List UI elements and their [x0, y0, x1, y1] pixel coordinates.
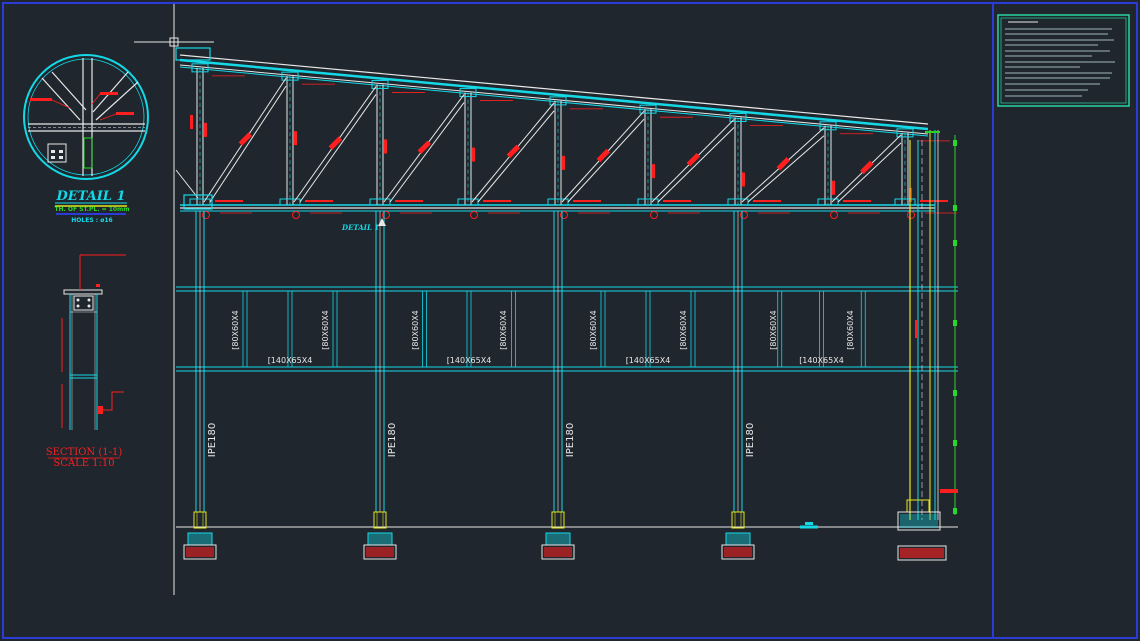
truss-diagonal: [567, 118, 645, 203]
node-marker: [292, 211, 300, 219]
stud-label: [80X60X4: [231, 310, 240, 350]
detail-plate-thickness: TH. OF ST.PL. = 10mm: [54, 206, 129, 213]
notes-box: [997, 14, 1130, 107]
chord-weld-mark: [483, 200, 511, 202]
chord-weld-mark: [843, 200, 871, 202]
chord-weld-mark: [573, 200, 601, 202]
weld-mark: [384, 139, 387, 154]
wall-panels: [80X60X4 [80X60X4[140X65X4[80X60X4 [80X60X…: [231, 291, 866, 367]
weld-mark: [294, 131, 297, 146]
anchor-plate: [373, 511, 387, 529]
weld-mark: [190, 115, 193, 129]
cad-drawing: DETAIL 1 TH. OF ST.PL. = 10mm HOLES : ø1…: [2, 2, 1138, 639]
girt-label: [140X65X4: [626, 356, 671, 365]
chord-weld-mark: [753, 200, 781, 202]
truss-diagonal: [209, 85, 287, 203]
cursor-crosshair: [134, 4, 214, 595]
stud-label: [80X60X4: [321, 310, 330, 350]
node-marker: [470, 211, 478, 219]
chord-weld-mark: [663, 200, 691, 202]
diagonal-weld-mark: [860, 160, 874, 175]
ground-mark-2: [805, 522, 813, 525]
detail-title: DETAIL 1: [55, 189, 125, 204]
truss-diagonal: [747, 135, 825, 203]
truss-diagonal: [837, 142, 902, 203]
columns: IPE180 IPE180 IPE180 IPE180: [183, 211, 756, 560]
node-marker: [650, 211, 658, 219]
truss-diagonal: [657, 127, 735, 203]
truss-top-chord: [179, 54, 929, 137]
anchor-plate: [731, 511, 745, 529]
column-label: IPE180: [745, 423, 756, 457]
node-marker: [907, 211, 915, 219]
truss-diagonal: [299, 94, 377, 203]
diagonal-weld-mark: [328, 136, 343, 150]
stud-label: [80X60X4: [769, 310, 778, 350]
weld-mark: [652, 164, 655, 179]
truss-web-members: [175, 47, 957, 219]
section-title: SECTION (1-1): [46, 447, 123, 458]
footing-pedestal: [545, 532, 571, 546]
truss-diagonal: [389, 102, 465, 203]
detail-holes: HOLES : ø16: [71, 217, 112, 224]
stud-label: [80X60X4: [411, 310, 420, 350]
weld-mark: [742, 172, 745, 187]
weld-mark: [204, 122, 207, 137]
girt-upper: [176, 286, 958, 292]
stud-label: [80X60X4: [846, 310, 855, 350]
girt-label: [140X65X4: [268, 356, 313, 365]
anchor-plate: [551, 511, 565, 529]
chord-weld-mark: [305, 200, 333, 202]
weld-mark: [832, 180, 835, 195]
diagonal-weld-mark: [776, 157, 791, 171]
truss-bottom-chord: [180, 204, 935, 212]
truss-diagonal: [477, 110, 555, 203]
weld-mark: [562, 155, 565, 170]
detail-1-callout: [23, 54, 149, 180]
diagonal-weld-mark: [596, 148, 611, 163]
footing-pedestal: [367, 532, 393, 546]
column-label: IPE180: [387, 423, 398, 457]
footing-pedestal: [725, 532, 751, 546]
column-label: IPE180: [207, 423, 218, 457]
footing-pedestal: [187, 532, 213, 546]
chord-weld-mark: [395, 200, 423, 202]
node-marker: [830, 211, 838, 219]
column-label: IPE180: [565, 423, 576, 457]
stud-label: [80X60X4: [679, 310, 688, 350]
section-scale: SCALE 1:10: [53, 458, 114, 469]
anchor-plate: [193, 511, 207, 529]
truss-diagonal-end: [175, 169, 199, 199]
section-1-1-drawing: [61, 254, 126, 430]
footing-hatch: [186, 547, 214, 557]
detail-1-tag: DETAIL 1: [341, 223, 379, 232]
weld-mark: [472, 147, 475, 162]
diagonal-weld-mark: [686, 152, 701, 167]
stud-label: [80X60X4: [589, 310, 598, 350]
detail-1-tag-arrow: [378, 218, 386, 226]
footing-hatch: [544, 547, 572, 557]
chord-weld-mark: [920, 200, 948, 202]
chord-weld-mark: [215, 200, 243, 202]
diagonal-weld-mark: [417, 140, 432, 154]
end-wall: [897, 130, 958, 561]
footing-hatch: [366, 547, 394, 557]
diagonal-weld-mark: [238, 132, 253, 146]
girt-label: [140X65X4: [799, 356, 844, 365]
girt-label: [140X65X4: [447, 356, 492, 365]
footing-hatch: [724, 547, 752, 557]
diagonal-weld-mark: [506, 144, 521, 159]
stud-label: [80X60X4: [499, 310, 508, 350]
eave-plate: [175, 47, 211, 61]
girt-lower: [176, 366, 958, 372]
